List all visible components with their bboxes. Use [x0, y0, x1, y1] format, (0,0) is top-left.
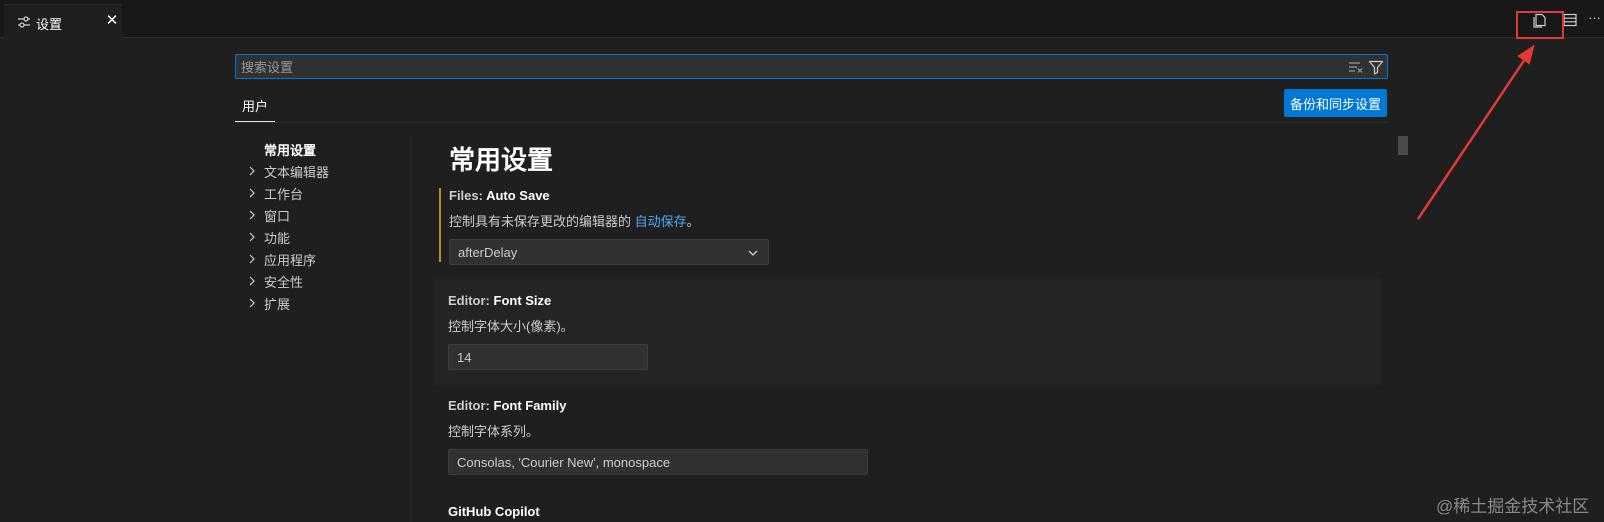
setting-name: Auto Save — [486, 188, 550, 203]
select-value: afterDelay — [458, 245, 518, 260]
chevron-right-icon — [249, 166, 255, 176]
search-input[interactable] — [241, 58, 1291, 76]
watermark: @稀土掘金技术社区 — [1436, 497, 1590, 516]
setting-description: 控制字体系列。 — [448, 424, 540, 439]
toc-item-commonly-used[interactable]: 常用设置 — [245, 138, 405, 160]
toc-item-label: 功能 — [264, 230, 291, 246]
close-icon[interactable]: ✕ — [104, 13, 120, 29]
scope-divider — [235, 122, 1388, 123]
setting-title: Editor: Font Family — [448, 398, 1381, 413]
settings-list: 常用设置 Files: Auto Save 控制具有未保存更改的编辑器的 自动保… — [411, 128, 1381, 522]
chevron-right-icon — [249, 232, 255, 242]
auto-save-link[interactable]: 自动保存 — [635, 214, 687, 229]
setting-name: Font Family — [493, 398, 567, 413]
toc-item-features[interactable]: 功能 — [245, 226, 405, 248]
setting-title: Editor: Font Size — [448, 293, 1381, 308]
settings-search-box[interactable] — [235, 54, 1388, 79]
clear-filter-icon[interactable] — [1348, 60, 1364, 74]
toc-item-extensions[interactable]: 扩展 — [245, 292, 405, 314]
setting-category: Editor: — [448, 398, 494, 413]
setting-category: Editor: — [448, 293, 494, 308]
setting-description: 控制字体大小(像素)。 — [448, 319, 574, 334]
filter-icon[interactable] — [1368, 59, 1384, 75]
auto-save-select[interactable]: afterDelay — [449, 239, 769, 265]
more-actions-icon[interactable]: ··· — [1588, 10, 1604, 26]
toc-item-security[interactable]: 安全性 — [245, 270, 405, 292]
setting-description: 控制具有未保存更改的编辑器的 自动保存。 — [449, 211, 1381, 230]
toc-item-label: 扩展 — [264, 296, 291, 312]
settings-toc: 常用设置 文本编辑器 工作台 窗口 功能 应用程序 安全性 扩展 — [245, 138, 405, 314]
toc-item-workbench[interactable]: 工作台 — [245, 182, 405, 204]
backup-sync-button[interactable]: 备份和同步设置 — [1284, 89, 1387, 117]
font-family-input[interactable]: Consolas, 'Courier New', monospace — [448, 449, 868, 475]
setting-editor-font-family: Editor: Font Family 控制字体系列。 Consolas, 'C… — [433, 398, 1381, 488]
toc-item-label: 工作台 — [264, 186, 304, 202]
font-size-input[interactable]: 14 — [448, 344, 648, 370]
setting-title: GitHub Copilot — [448, 504, 540, 519]
toc-item-label: 文本编辑器 — [264, 164, 330, 180]
settings-tab[interactable]: 设置 ✕ — [4, 4, 122, 38]
toc-item-application[interactable]: 应用程序 — [245, 248, 405, 270]
toc-item-text-editor[interactable]: 文本编辑器 — [245, 160, 405, 182]
section-title: 常用设置 — [449, 145, 554, 175]
annotation-highlight-box — [1516, 11, 1564, 39]
chevron-right-icon — [249, 188, 255, 198]
setting-editor-font-size: Editor: Font Size 控制字体大小(像素)。 14 — [433, 278, 1381, 385]
description-text: 控制具有未保存更改的编辑器的 — [449, 214, 635, 229]
tab-user[interactable]: 用户 — [235, 96, 276, 122]
setting-category: Files: — [449, 188, 487, 203]
settings-editor-icon — [18, 16, 30, 28]
split-editor-icon[interactable] — [1562, 12, 1578, 28]
toc-item-label: 安全性 — [264, 274, 304, 290]
toc-item-label: 应用程序 — [264, 252, 317, 268]
chevron-right-icon — [249, 254, 255, 264]
chevron-down-icon — [748, 250, 758, 256]
setting-files-auto-save: Files: Auto Save 控制具有未保存更改的编辑器的 自动保存。 af… — [439, 188, 1381, 265]
chevron-right-icon — [249, 276, 255, 286]
toc-item-label: 常用设置 — [264, 142, 317, 158]
chevron-right-icon — [249, 298, 255, 308]
chevron-right-icon — [249, 210, 255, 220]
description-text: 。 — [686, 214, 700, 229]
editor-tab-bar: 设置 ✕ ··· — [0, 0, 1604, 38]
setting-title: Files: Auto Save — [449, 188, 1381, 203]
tab-label: 设置 — [36, 17, 63, 32]
toc-item-window[interactable]: 窗口 — [245, 204, 405, 226]
toc-item-label: 窗口 — [264, 208, 291, 224]
setting-github-copilot: GitHub Copilot — [433, 504, 1381, 519]
scrollbar-thumb[interactable] — [1398, 136, 1408, 155]
setting-name: Font Size — [493, 293, 552, 308]
